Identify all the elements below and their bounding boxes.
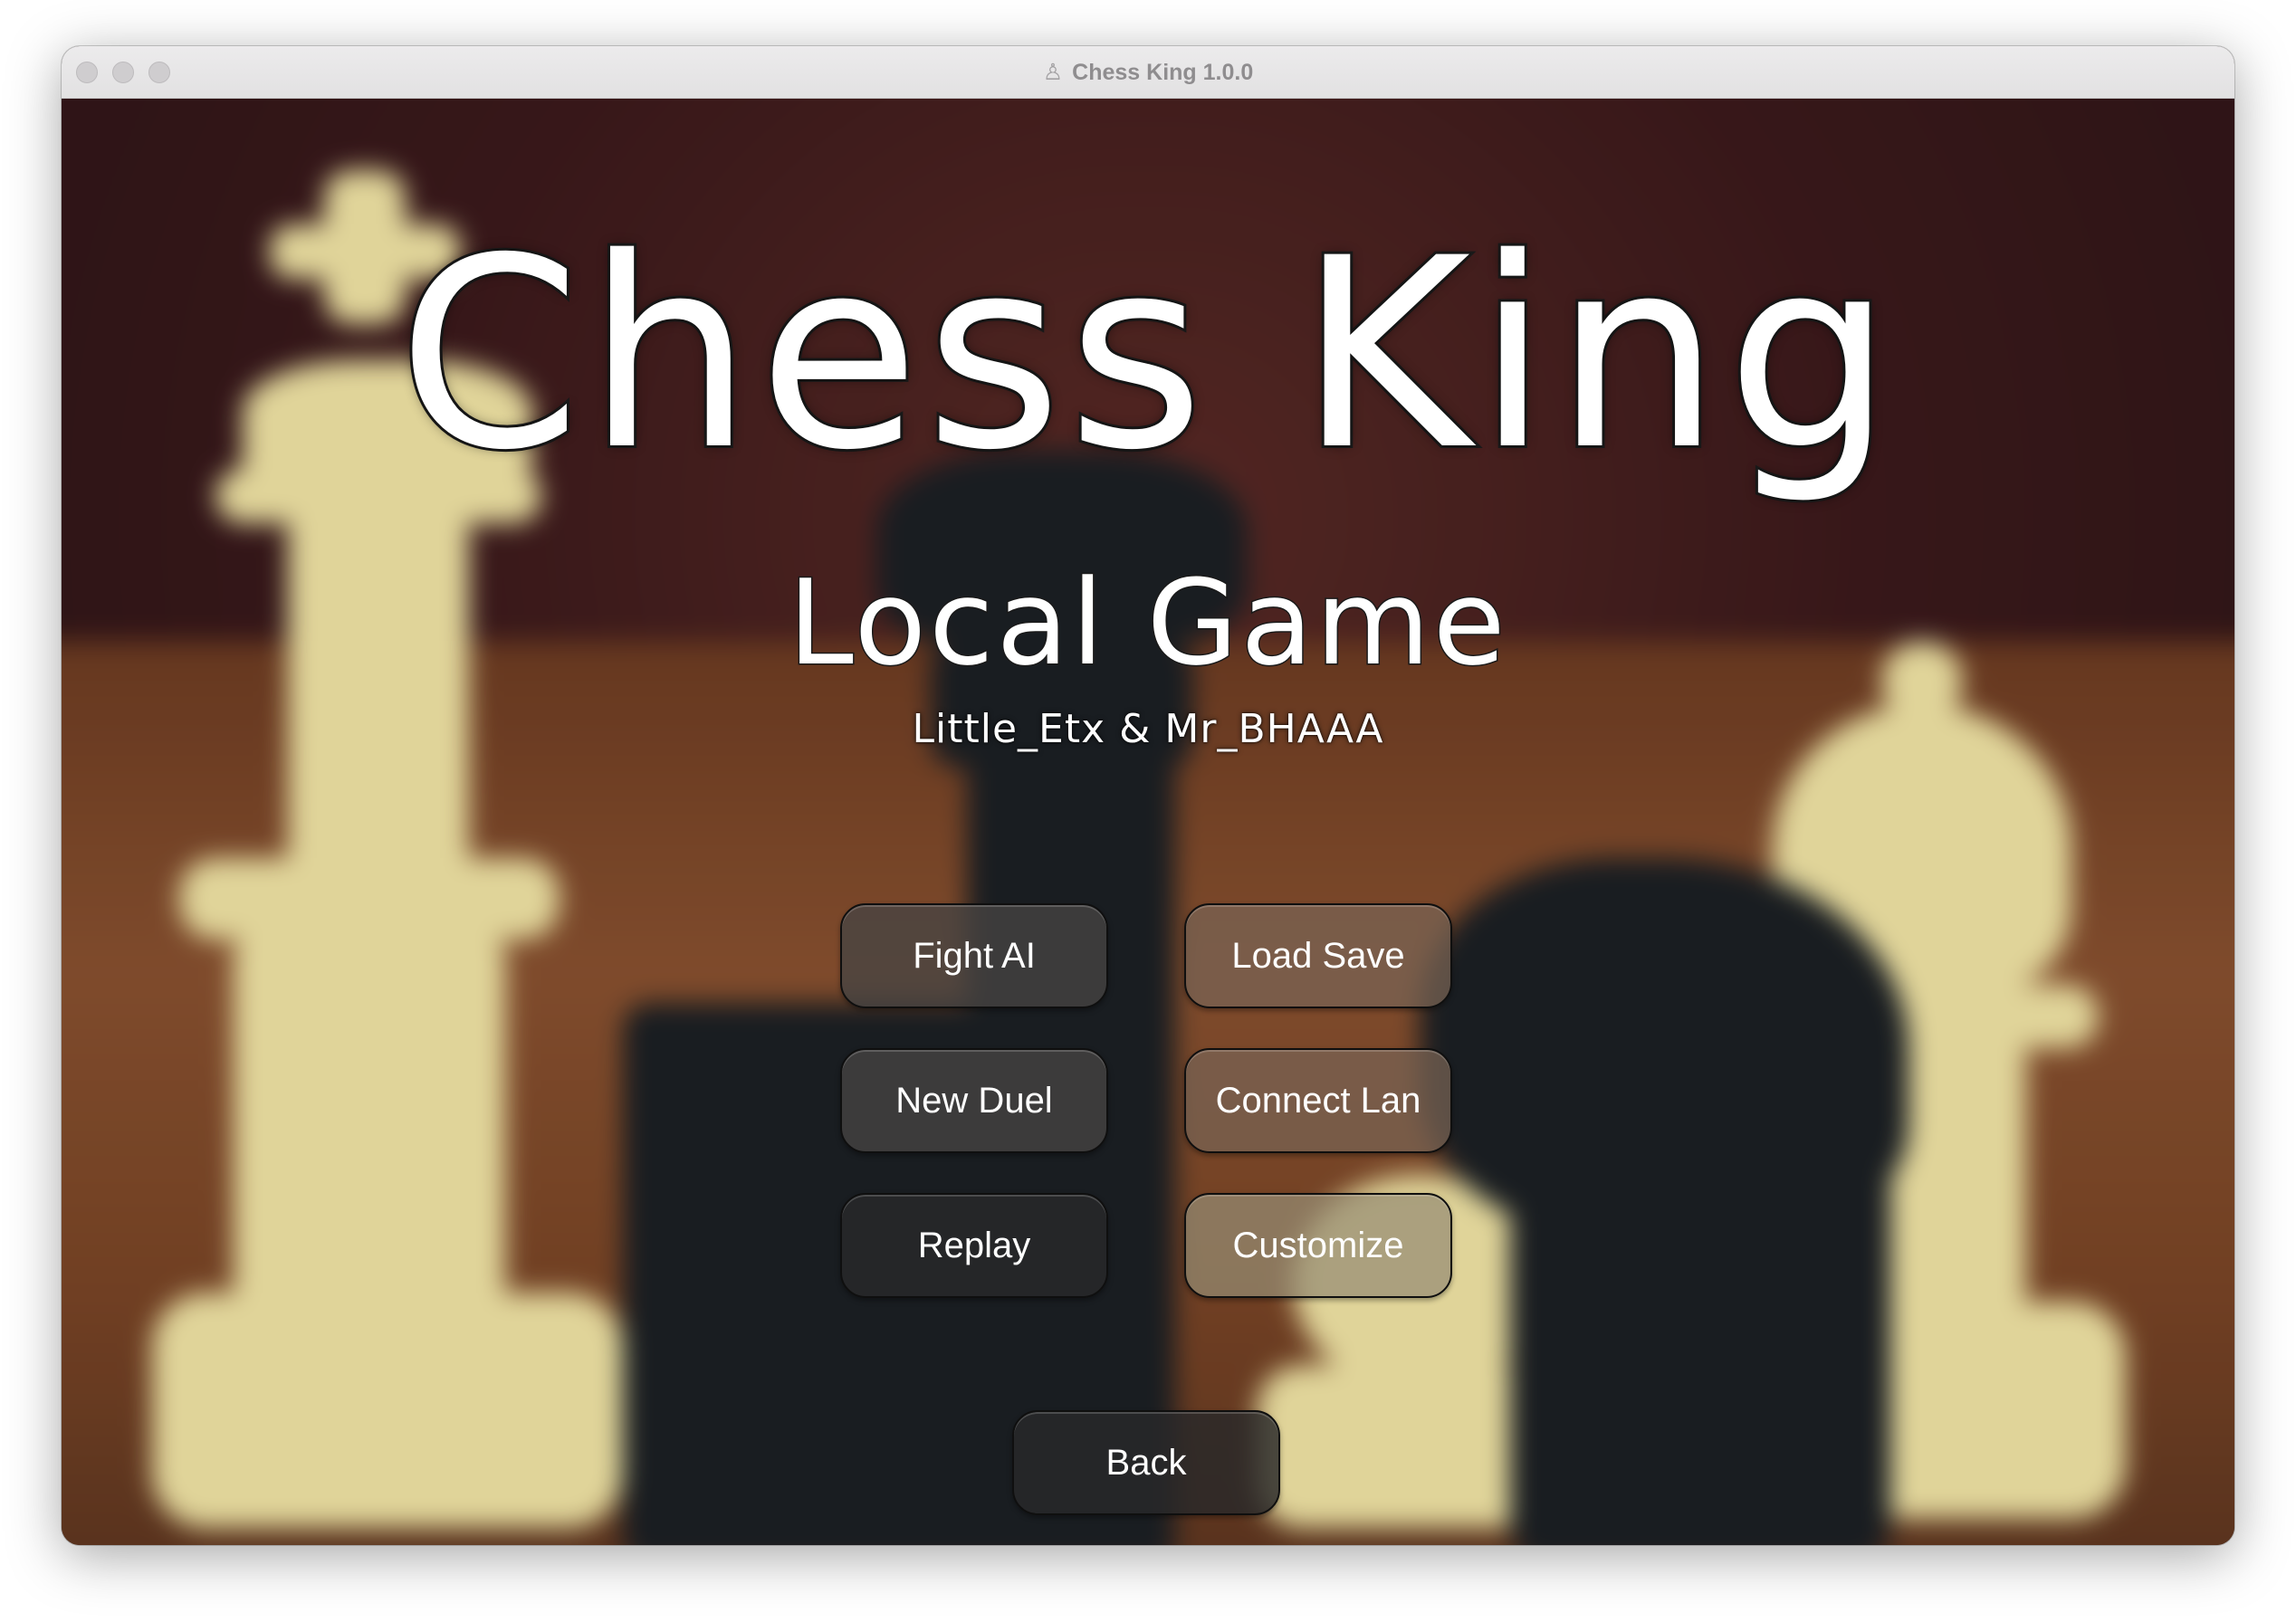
chess-pawn-icon: ♙ [1042,59,1064,85]
customize-button[interactable]: Customize [1184,1193,1452,1298]
game-title: Chess King [395,203,1899,508]
replay-button[interactable]: Replay [840,1193,1108,1298]
mode-subtitle: Local Game [787,554,1508,692]
main-menu-screen: Chess King Local Game Little_Etx & Mr_BH… [62,98,2234,1545]
fight-ai-button[interactable]: Fight AI [840,903,1108,1008]
connect-lan-button[interactable]: Connect Lan [1184,1048,1452,1153]
load-save-button[interactable]: Load Save [1184,903,1452,1008]
app-window: ♙ Chess King 1.0.0 Chess King Local Game… [62,46,2234,1545]
window-title-text: Chess King 1.0.0 [1072,60,1254,85]
window-title: ♙ Chess King 1.0.0 [62,46,2234,98]
title-bar[interactable]: ♙ Chess King 1.0.0 [62,46,2234,99]
back-button[interactable]: Back [1012,1410,1280,1515]
player-names: Little_Etx & Mr_BHAAA [912,706,1384,752]
new-duel-button[interactable]: New Duel [840,1048,1108,1153]
